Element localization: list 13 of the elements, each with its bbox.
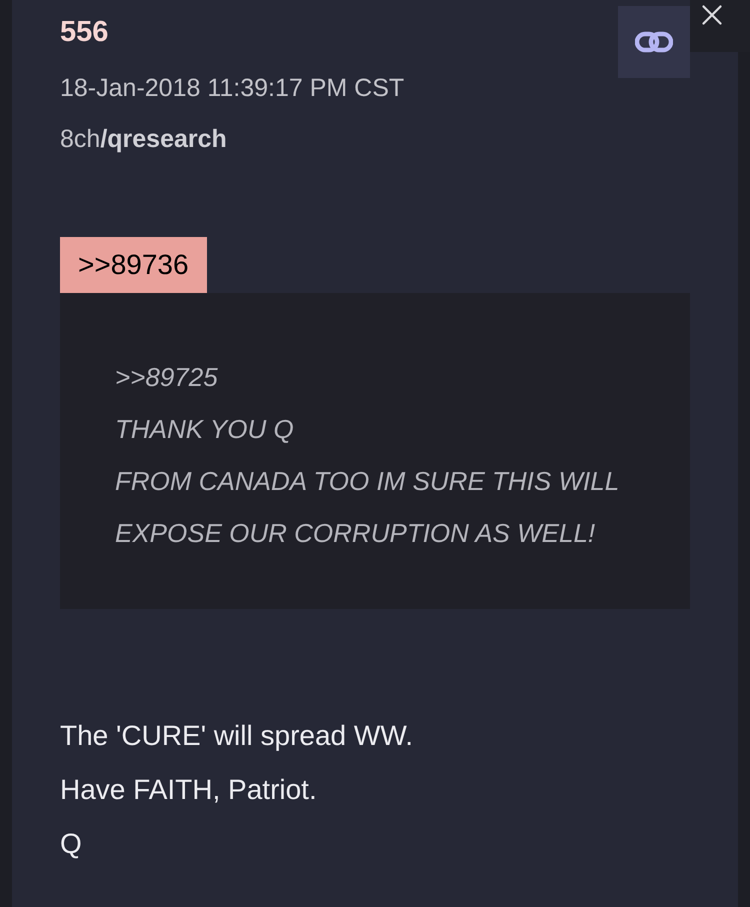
post-text-line: The 'CURE' will spread WW. [60, 719, 414, 753]
post-text-line: Have FAITH, Patriot. [60, 773, 318, 807]
quote-line: THANK YOU Q [115, 413, 295, 446]
quote-line: >>89725 [115, 361, 219, 394]
link-icon [635, 31, 673, 53]
quote-line: FROM CANADA TOO IM SURE THIS WILL [115, 465, 620, 498]
reply-link[interactable]: >>89736 [60, 237, 207, 293]
board-source: 8ch/qresearch [60, 124, 228, 155]
link-button[interactable] [618, 6, 690, 78]
post-text-line: Q [60, 827, 83, 861]
post-number: 556 [60, 15, 110, 50]
quote-line: EXPOSE OUR CORRUPTION AS WELL! [115, 517, 596, 550]
post-timestamp: 18-Jan-2018 11:39:17 PM CST [60, 73, 404, 104]
